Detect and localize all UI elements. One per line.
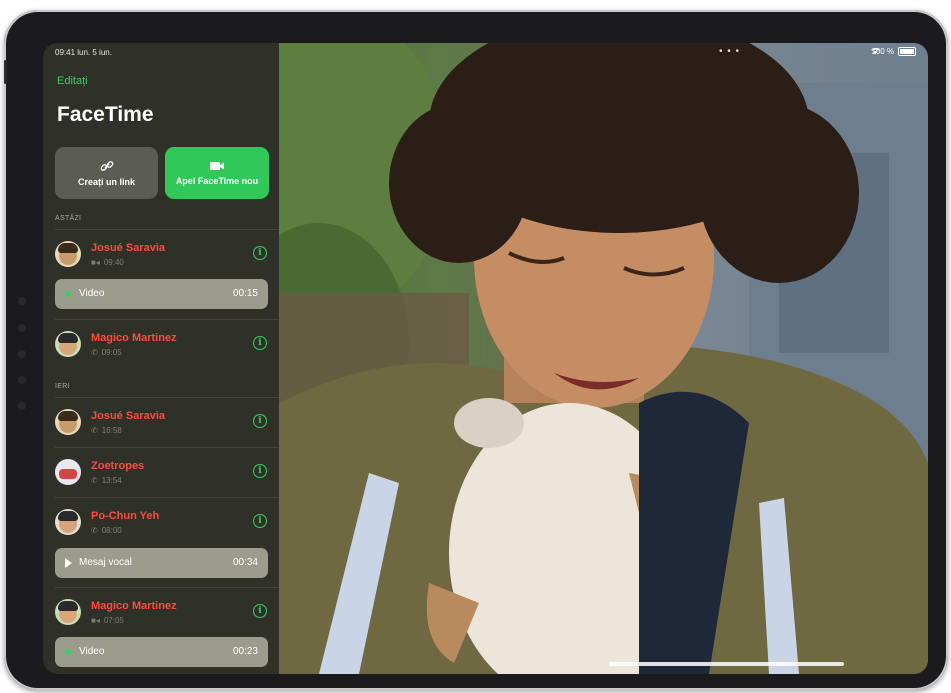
video-photo-illustration <box>279 43 928 674</box>
call-meta: ✆ 16:58 <box>91 426 122 435</box>
phone-icon: ✆ <box>91 526 98 535</box>
media-duration: 00:15 <box>232 288 258 299</box>
side-dot <box>18 297 26 305</box>
info-icon[interactable]: i <box>253 604 267 618</box>
call-meta: ✆ 13:54 <box>91 476 122 485</box>
media-label: Mesaj vocal <box>79 557 132 568</box>
caller-name: Po-Chun Yeh <box>91 510 160 522</box>
caller-name: Josué Saravia <box>91 242 165 254</box>
call-meta: ✆ 08:00 <box>91 526 122 535</box>
call-meta: ■◂ 09:40 <box>91 258 124 267</box>
page-title: FaceTime <box>57 103 154 126</box>
info-icon[interactable]: i <box>253 246 267 260</box>
call-time: 09:05 <box>101 348 122 357</box>
ipad-frame: • • • 100 % 09:41 lun. 5 iun. Editați Fa… <box>4 10 948 690</box>
media-label: Video <box>79 646 105 657</box>
call-row[interactable]: Po-Chun Yeh ✆ 08:00 i <box>43 501 279 545</box>
media-duration: 00:23 <box>232 646 258 657</box>
divider <box>55 397 279 398</box>
facetime-sidebar: 09:41 lun. 5 iun. Editați FaceTime Creaț… <box>43 43 279 674</box>
call-meta: ✆ 09:05 <box>91 348 122 357</box>
video-camera-icon <box>210 162 224 170</box>
avatar <box>55 599 81 625</box>
call-row[interactable]: Josué Saravia ■◂ 09:40 i <box>43 233 279 277</box>
call-time: 07:05 <box>103 616 124 625</box>
call-time: 08:00 <box>101 526 122 535</box>
create-link-button[interactable]: Creați un link <box>55 147 158 199</box>
divider <box>55 229 279 230</box>
call-meta: ■◂ 07:05 <box>91 616 124 625</box>
phone-icon: ✆ <box>91 348 98 357</box>
avatar <box>55 331 81 357</box>
wifi-icon <box>871 47 881 54</box>
voice-message-bar[interactable]: Mesaj vocal 00:34 <box>55 548 268 578</box>
create-link-label: Creați un link <box>77 177 135 187</box>
media-duration: 00:34 <box>232 557 258 568</box>
video-icon: ■◂ <box>91 258 100 267</box>
divider <box>55 587 279 588</box>
battery-icon <box>898 47 916 56</box>
avatar <box>55 509 81 535</box>
caller-name: Magico Martinez <box>91 600 177 612</box>
call-time: 09:40 <box>103 258 124 267</box>
info-icon[interactable]: i <box>253 414 267 428</box>
call-time: 16:58 <box>101 426 122 435</box>
link-icon <box>100 161 113 171</box>
avatar <box>55 459 81 485</box>
home-indicator[interactable] <box>609 662 844 666</box>
video-icon: ■◂ <box>91 616 100 625</box>
phone-icon: ✆ <box>91 476 98 485</box>
call-time: 13:54 <box>101 476 122 485</box>
video-message-bar[interactable]: Video 00:15 <box>55 279 268 309</box>
media-label: Video <box>79 288 105 299</box>
divider <box>55 319 279 320</box>
edit-button[interactable]: Editați <box>57 75 88 87</box>
status-right: 100 % <box>871 47 916 56</box>
caller-name: Josué Saravia <box>91 410 165 422</box>
green-dot-icon <box>65 291 71 297</box>
phone-icon: ✆ <box>91 426 98 435</box>
top-button <box>4 60 7 84</box>
avatar <box>55 241 81 267</box>
video-message-bar[interactable]: Video 00:23 <box>55 637 268 667</box>
new-facetime-button[interactable]: Apel FaceTime nou <box>165 147 269 199</box>
facetime-video-view[interactable]: • • • 100 % <box>279 43 928 674</box>
screen: • • • 100 % 09:41 lun. 5 iun. Editați Fa… <box>43 43 928 674</box>
caller-name: Zoetropes <box>91 460 145 472</box>
camera-icon <box>18 350 26 358</box>
caller-name: Magico Martinez <box>91 332 177 344</box>
info-icon[interactable]: i <box>253 336 267 350</box>
status-time: 09:41 lun. 5 iun. <box>55 48 112 57</box>
new-facetime-label: Apel FaceTime nou <box>175 176 259 186</box>
side-dot <box>18 402 26 410</box>
call-row[interactable]: Zoetropes ✆ 13:54 i <box>43 451 279 495</box>
divider <box>55 497 279 498</box>
avatar <box>55 409 81 435</box>
green-dot-icon <box>65 649 71 655</box>
section-today: ASTĂZI <box>55 215 82 222</box>
side-dot <box>18 324 26 332</box>
call-row[interactable]: Magico Martinez ■◂ 07:05 i <box>43 591 279 635</box>
section-yesterday: IERI <box>55 383 70 390</box>
call-row[interactable]: Magico Martinez ✆ 09:05 i <box>43 323 279 367</box>
side-dot <box>18 376 26 384</box>
call-row[interactable]: Josué Saravia ✆ 16:58 i <box>43 401 279 445</box>
info-icon[interactable]: i <box>253 464 267 478</box>
divider <box>55 447 279 448</box>
play-icon[interactable] <box>65 558 72 568</box>
multitasking-dots[interactable]: • • • <box>719 46 740 57</box>
info-icon[interactable]: i <box>253 514 267 528</box>
